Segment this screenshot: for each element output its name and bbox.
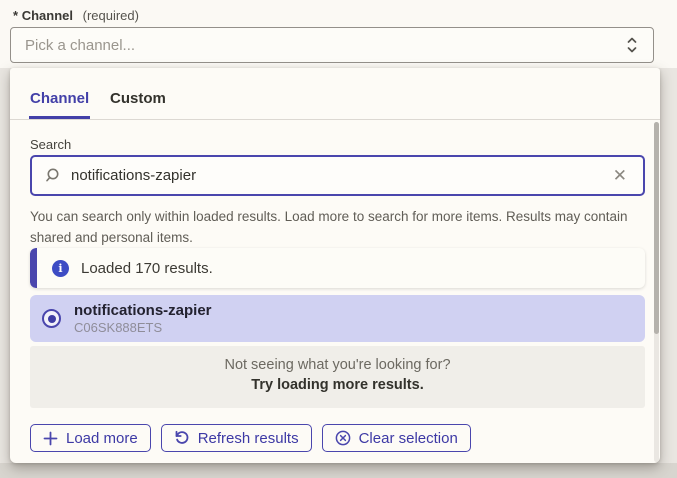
- search-label: Search: [30, 137, 71, 152]
- dropdown-tabs: Channel Custom: [10, 68, 660, 120]
- search-input-field[interactable]: [71, 167, 609, 184]
- plus-icon: [43, 431, 58, 446]
- hint-suggestion-text: Try loading more results.: [30, 377, 645, 393]
- alert-accent-bar: [30, 248, 37, 288]
- not-seeing-hint-box: Not seeing what you're looking for? Try …: [30, 346, 645, 408]
- channel-field-label-text: * Channel: [13, 8, 73, 23]
- select-chevrons-icon: [625, 36, 639, 54]
- search-clear-icon[interactable]: ✕: [609, 165, 631, 186]
- info-icon: i: [52, 260, 69, 277]
- search-input[interactable]: ✕: [30, 155, 645, 196]
- tab-custom[interactable]: Custom: [110, 90, 166, 107]
- loaded-results-alert: i Loaded 170 results.: [30, 248, 645, 288]
- refresh-results-button[interactable]: Refresh results: [161, 424, 312, 452]
- channel-result-row[interactable]: notifications-zapier C06SK888ETS: [30, 295, 645, 342]
- channel-result-id: C06SK888ETS: [74, 320, 162, 335]
- clear-circle-icon: [335, 430, 351, 446]
- channel-dropdown-panel: Channel Custom Search ✕ You can search o…: [10, 68, 660, 463]
- dropdown-actions: Load more Refresh results Clear selectio…: [30, 424, 471, 452]
- page-background-below-dropdown: [0, 463, 677, 478]
- tab-channel[interactable]: Channel: [30, 90, 89, 107]
- search-icon: [44, 167, 61, 184]
- channel-field-label: * Channel (required): [13, 8, 139, 23]
- search-help-text: You can search only within loaded result…: [30, 206, 642, 248]
- radio-dot: [48, 315, 56, 323]
- load-more-button[interactable]: Load more: [30, 424, 151, 452]
- channel-select-placeholder: Pick a channel...: [25, 37, 625, 54]
- required-note: (required): [83, 8, 139, 23]
- hint-question-text: Not seeing what you're looking for?: [30, 357, 645, 373]
- channel-result-name: notifications-zapier: [74, 302, 212, 319]
- channel-select[interactable]: Pick a channel...: [10, 27, 654, 63]
- alert-text: Loaded 170 results.: [81, 260, 213, 277]
- radio-selected-icon[interactable]: [42, 309, 61, 328]
- tabs-divider: [10, 119, 660, 120]
- refresh-icon: [174, 430, 190, 446]
- panel-scrollbar-thumb[interactable]: [654, 122, 659, 334]
- clear-selection-button[interactable]: Clear selection: [322, 424, 471, 452]
